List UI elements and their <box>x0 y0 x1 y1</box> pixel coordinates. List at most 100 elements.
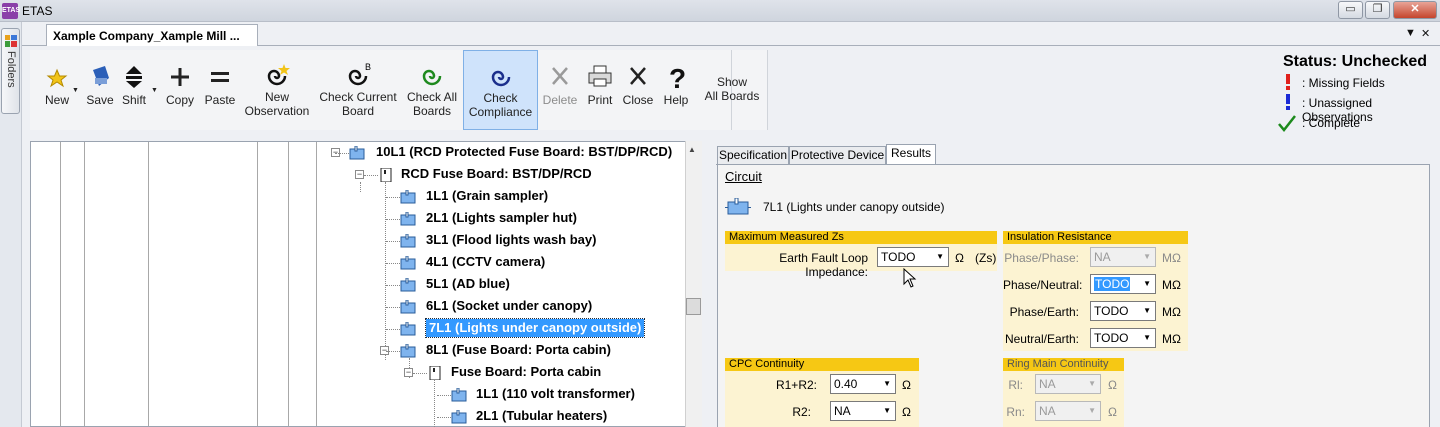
close-icon <box>630 67 646 85</box>
show-all-boards-button[interactable]: Show All Boards <box>700 50 764 130</box>
phase-phase-value: NA <box>1094 250 1111 264</box>
circuit-icon <box>400 190 416 204</box>
rn-unit: Ω <box>1108 405 1117 419</box>
folders-tab[interactable]: Folders <box>1 28 20 114</box>
delete-label: Delete <box>542 93 578 107</box>
chevron-down-icon: ▼ <box>1143 252 1151 261</box>
shift-dropdown-icon[interactable]: ▼ <box>151 87 158 94</box>
circuit-icon <box>400 300 416 314</box>
tree-scroll-thumb[interactable] <box>686 298 701 315</box>
minimize-button[interactable]: ▭ <box>1338 1 1363 19</box>
r2-label: R2: <box>792 405 811 419</box>
paste-button[interactable]: Paste <box>200 50 240 130</box>
check-compliance-label: Check Compliance <box>468 91 533 119</box>
scroll-up-icon[interactable]: ▲ <box>688 145 696 154</box>
close-window-button[interactable]: ✕ <box>1393 1 1437 19</box>
r1r2-unit: Ω <box>902 378 911 392</box>
title-bar: ETAS ETAS ▭ ❐ ✕ <box>0 0 1440 22</box>
tab-menu-icon[interactable]: ▼ <box>1405 27 1416 39</box>
rl-select[interactable]: NA ▼ <box>1035 374 1101 394</box>
phase-neutral-value: TODO <box>1094 277 1131 291</box>
shift-button[interactable]: Shift <box>118 50 150 130</box>
app-logo: ETAS <box>2 3 20 19</box>
tree-node[interactable]: 2L1 (Lights sampler hut) <box>426 209 577 227</box>
close-label: Close <box>622 93 654 107</box>
close-button[interactable]: Close <box>620 50 656 130</box>
save-button[interactable]: Save <box>82 50 118 130</box>
delete-button[interactable]: Delete <box>540 50 580 130</box>
help-button[interactable]: ? Help <box>658 50 694 130</box>
fuse-board-icon <box>429 366 441 380</box>
chevron-down-icon: ▼ <box>883 379 891 388</box>
missing-fields-icon <box>1286 74 1291 90</box>
folders-icon <box>5 35 17 47</box>
check-compliance-button[interactable]: Check Compliance <box>463 50 538 130</box>
tab-specification[interactable]: Specification <box>717 146 789 165</box>
circuit-name: 7L1 (Lights under canopy outside) <box>763 200 945 214</box>
maximize-button[interactable]: ❐ <box>1365 1 1390 19</box>
tree-node[interactable]: 1L1 (Grain sampler) <box>426 187 548 205</box>
folders-strip: Folders <box>0 22 22 427</box>
tree-node[interactable]: 8L1 (Fuse Board: Porta cabin) <box>426 341 611 359</box>
zs-suffix: (Zs) <box>975 251 997 265</box>
tree-node[interactable]: 6L1 (Socket under canopy) <box>426 297 592 315</box>
rl-value: NA <box>1039 377 1056 391</box>
check-all-boards-button[interactable]: Check All Boards <box>402 50 462 130</box>
tree-node[interactable]: 3L1 (Flood lights wash bay) <box>426 231 596 249</box>
printer-icon <box>588 65 612 87</box>
earth-fault-loop-label: Earth Fault Loop Impedance: <box>779 251 868 279</box>
collapse-icon[interactable]: − <box>404 368 413 377</box>
shift-label: Shift <box>121 93 146 107</box>
phase-phase-select[interactable]: NA ▼ <box>1090 247 1156 267</box>
rn-value: NA <box>1039 404 1056 418</box>
blue-spiral-icon <box>491 70 510 87</box>
folders-label: Folders <box>5 51 17 88</box>
max-zs-header: Maximum Measured Zs <box>725 231 997 244</box>
phase-phase-label: Phase/Phase: <box>1004 251 1079 265</box>
chevron-down-icon: ▼ <box>1088 406 1096 415</box>
delete-icon <box>552 67 568 85</box>
tree-node[interactable]: 4L1 (CCTV camera) <box>426 253 545 271</box>
rn-select[interactable]: NA ▼ <box>1035 401 1101 421</box>
tab-results[interactable]: Results <box>886 144 936 165</box>
circuit-icon <box>400 256 416 270</box>
insulation-resistance-header: Insulation Resistance <box>1003 231 1188 244</box>
tree-node-selected[interactable]: 7L1 (Lights under canopy outside) <box>424 318 646 338</box>
phase-neutral-label: Phase/Neutral: <box>1003 278 1083 292</box>
new-label: New <box>44 93 69 107</box>
circuit-icon <box>400 322 416 336</box>
tree-node[interactable]: 10L1 (RCD Protected Fuse Board: BST/DP/R… <box>376 143 672 161</box>
neutral-earth-select[interactable]: TODO ▼ <box>1090 328 1156 348</box>
new-button[interactable]: New <box>38 50 76 130</box>
tree-node[interactable]: Fuse Board: Porta cabin <box>451 363 601 381</box>
new-observation-button[interactable]: New Observation <box>242 50 312 130</box>
complete-check-icon <box>1278 115 1296 132</box>
copy-button[interactable]: Copy <box>162 50 198 130</box>
circuit-icon <box>451 410 467 424</box>
document-tab-bar: Xample Company_Xample Mill ... ▼ ✕ <box>22 22 1440 46</box>
tree-node[interactable]: 5L1 (AD blue) <box>426 275 510 293</box>
phase-earth-select[interactable]: TODO ▼ <box>1090 301 1156 321</box>
r1r2-select[interactable]: 0.40 ▼ <box>830 374 896 394</box>
tree-scrollbar[interactable] <box>685 141 702 427</box>
copy-label: Copy <box>165 93 194 107</box>
tree-node[interactable]: 2L1 (Tubular heaters) <box>476 407 607 425</box>
close-tab-icon[interactable]: ✕ <box>1421 27 1430 40</box>
check-current-board-button[interactable]: B Check Current Board <box>315 50 401 130</box>
r2-select[interactable]: NA ▼ <box>830 401 896 421</box>
phase-earth-label: Phase/Earth: <box>1009 305 1079 319</box>
green-spiral-icon <box>422 69 442 86</box>
new-dropdown-icon[interactable]: ▼ <box>72 87 79 94</box>
print-button[interactable]: Print <box>582 50 618 130</box>
document-tab[interactable]: Xample Company_Xample Mill ... <box>46 24 258 46</box>
phase-neutral-select[interactable]: TODO ▼ <box>1090 274 1156 294</box>
tree-node[interactable]: 1L1 (110 volt transformer) <box>476 385 635 403</box>
tree-node[interactable]: RCD Fuse Board: BST/DP/RCD <box>401 165 592 183</box>
observation-star-icon <box>267 64 290 86</box>
help-icon: ? <box>669 63 686 90</box>
star-icon <box>46 68 68 88</box>
tab-protective-device[interactable]: Protective Device <box>789 146 886 165</box>
ribbon-toolbar: New ▼ Save Shift ▼ Copy Paste New Observ… <box>30 50 768 130</box>
earth-fault-loop-select[interactable]: TODO ▼ <box>877 247 949 267</box>
collapse-icon[interactable]: − <box>355 170 364 179</box>
